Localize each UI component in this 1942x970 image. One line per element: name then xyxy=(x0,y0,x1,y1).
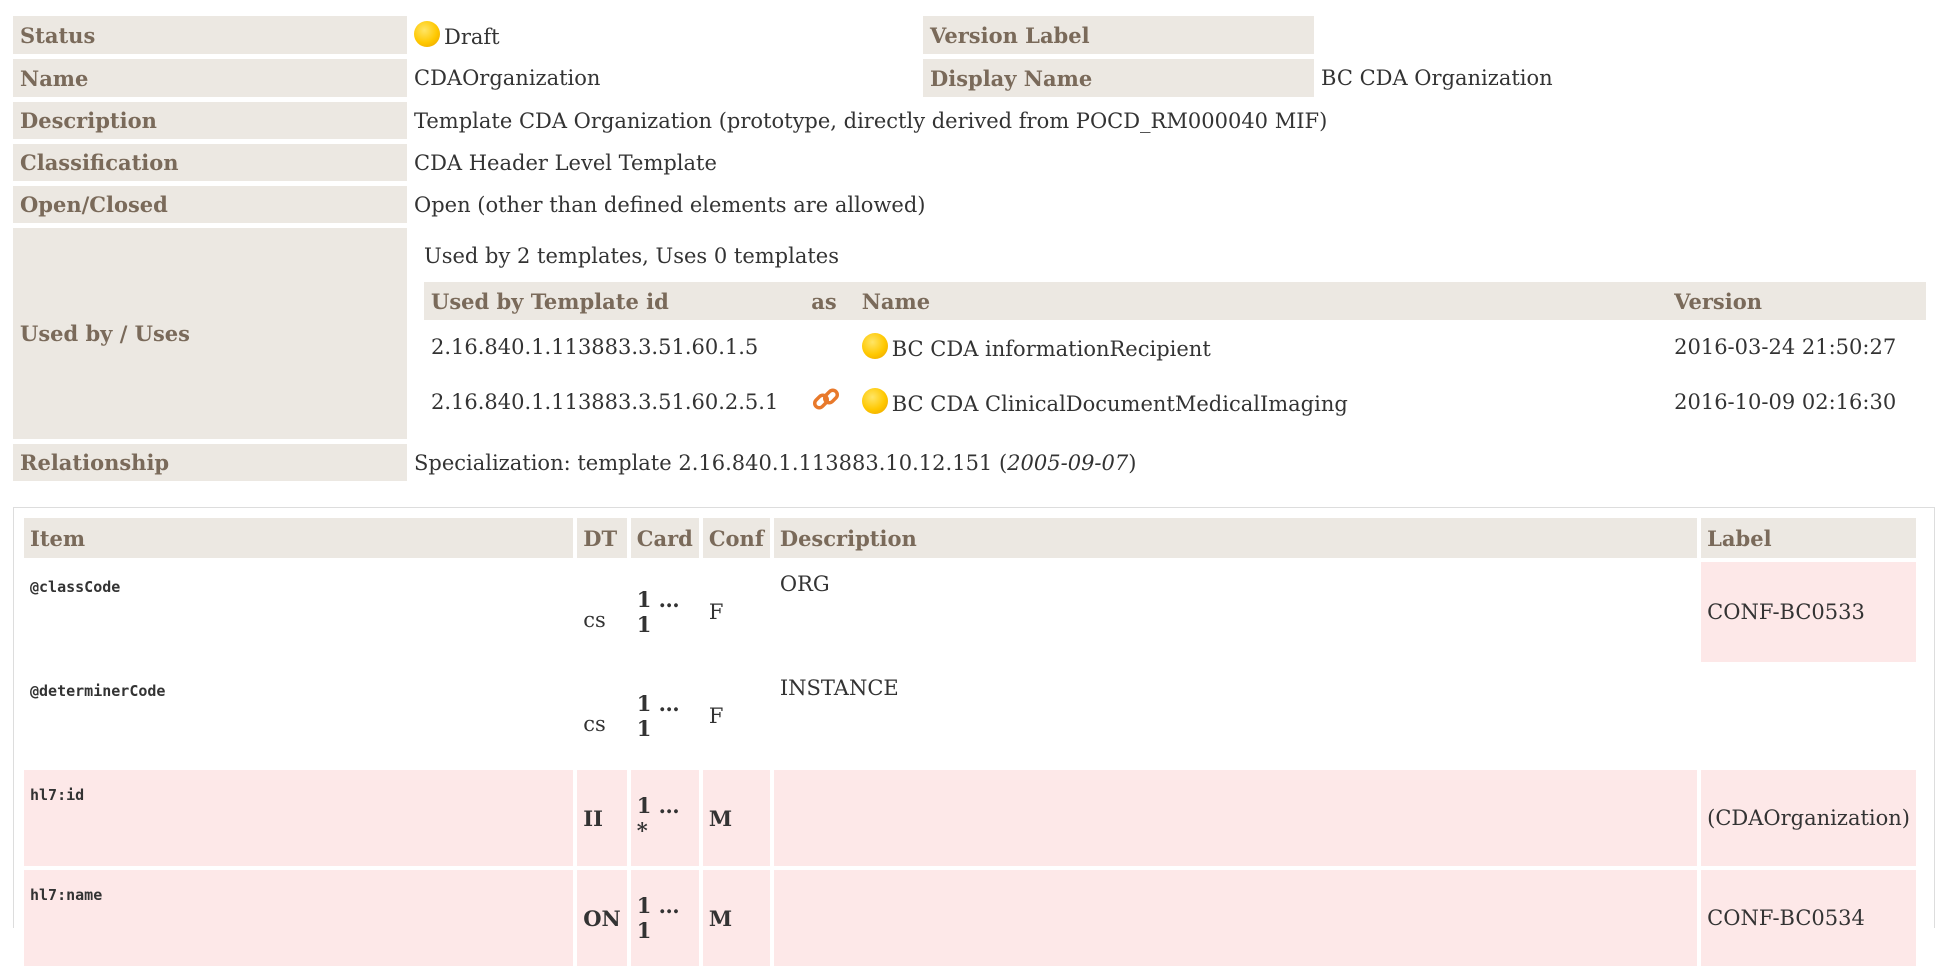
used-by-template-id[interactable]: 2.16.840.1.113883.3.51.60.1.5 xyxy=(424,320,804,374)
design-row-id: hl7:id II 1 … * M (CDAOrganization) xyxy=(24,770,1916,866)
used-by-template-name[interactable]: BC CDA informationRecipient xyxy=(892,337,1211,361)
design-header-dt: DT xyxy=(577,518,627,558)
status-row: Status Draft Version Label xyxy=(13,16,1933,54)
used-by-template-id[interactable]: 2.16.840.1.113883.3.51.60.2.5.1 xyxy=(424,374,804,429)
version-label-label: Version Label xyxy=(923,16,1314,54)
used-by-header-as: as xyxy=(804,282,855,320)
display-name-label: Display Name xyxy=(923,59,1314,97)
design-dt: cs xyxy=(583,712,606,736)
relationship-date: 2005-09-07 xyxy=(1007,450,1129,475)
status-draft-icon xyxy=(861,333,888,359)
used-by-as xyxy=(804,374,855,429)
used-by-version: 2016-10-09 02:16:30 xyxy=(1674,389,1897,414)
used-by-label: Used by / Uses xyxy=(13,228,407,439)
design-row-determinercode: @determinerCode cs 1 … 1 F INSTANCE xyxy=(24,666,1916,766)
open-closed-row: Open/Closed Open (other than defined ele… xyxy=(13,186,1933,223)
design-conf: M xyxy=(702,770,770,866)
used-by-as xyxy=(804,320,855,374)
version-label-value xyxy=(1314,16,1933,54)
used-by-header-version: Version xyxy=(1667,282,1926,320)
design-label: CONF-BC0534 xyxy=(1701,870,1916,966)
open-closed-value: Open (other than defined elements are al… xyxy=(414,192,926,217)
status-label: Status xyxy=(13,16,407,54)
used-by-table: Used by Template id as Name Version 2.16… xyxy=(424,282,1926,429)
display-name-value: BC CDA Organization xyxy=(1321,66,1553,90)
description-value: Template CDA Organization (prototype, di… xyxy=(414,108,1328,133)
design-label xyxy=(1701,666,1916,766)
used-by-header-row: Used by Template id as Name Version xyxy=(424,282,1926,320)
design-header-conf: Conf xyxy=(702,518,770,558)
used-by-version: 2016-03-24 21:50:27 xyxy=(1674,335,1897,359)
design-label: (CDAOrganization) xyxy=(1701,770,1916,866)
design-description xyxy=(773,870,1698,966)
design-row-classcode: @classCode cs 1 … 1 F ORG CONF-BC0533 xyxy=(24,562,1916,662)
design-label: CONF-BC0533 xyxy=(1701,562,1916,662)
design-item: @classCode xyxy=(30,578,121,596)
design-row-name: hl7:name ON 1 … 1 M CONF-BC0534 xyxy=(24,870,1916,966)
design-description: ORG xyxy=(779,572,830,596)
design-item: hl7:name xyxy=(24,870,574,966)
design-header-item: Item xyxy=(24,518,574,558)
status-draft-icon xyxy=(414,21,440,47)
design-header-card: Card xyxy=(630,518,699,558)
used-by-header-id: Used by Template id xyxy=(424,282,805,320)
design-table: Item DT Card Conf Description Label @cla… xyxy=(20,514,1920,970)
design-item: @determinerCode xyxy=(30,682,166,700)
name-label: Name xyxy=(13,59,407,97)
classification-row: Classification CDA Header Level Template xyxy=(13,144,1933,181)
status-draft-icon xyxy=(861,387,888,414)
relationship-suffix: ) xyxy=(1128,450,1137,475)
design-dt: ON xyxy=(577,870,627,966)
link-icon[interactable] xyxy=(811,384,841,414)
relationship-prefix: Specialization: template 2.16.840.1.1138… xyxy=(414,450,1008,475)
design-panel: Item DT Card Conf Description Label @cla… xyxy=(13,507,1935,966)
design-header-description: Description xyxy=(773,518,1698,558)
description-label: Description xyxy=(13,102,407,139)
design-card: 1 … 1 xyxy=(636,691,680,741)
relationship-label: Relationship xyxy=(13,444,407,481)
design-description: INSTANCE xyxy=(779,676,899,700)
relationship-row: Relationship Specialization: template 2.… xyxy=(13,444,1933,481)
design-card: 1 … * xyxy=(630,770,699,866)
used-by-row: Used by / Uses Used by 2 templates, Uses… xyxy=(13,228,1933,439)
design-header-label: Label xyxy=(1701,518,1916,558)
used-by-name-cell[interactable]: BC CDA informationRecipient xyxy=(855,320,1667,374)
design-dt: II xyxy=(577,770,627,866)
design-card: 1 … 1 xyxy=(636,587,680,637)
used-by-header-name: Name xyxy=(854,282,1668,320)
design-conf: F xyxy=(708,600,724,624)
status-value: Draft xyxy=(407,16,923,54)
design-item: hl7:id xyxy=(24,770,574,866)
design-conf: M xyxy=(702,870,770,966)
open-closed-label: Open/Closed xyxy=(13,186,407,223)
used-by-summary: Used by 2 templates, Uses 0 templates xyxy=(424,244,839,268)
used-by-cell: Used by 2 templates, Uses 0 templates Us… xyxy=(407,228,1933,439)
design-description xyxy=(773,770,1698,866)
classification-value: CDA Header Level Template xyxy=(414,150,717,175)
design-conf: F xyxy=(708,704,724,728)
classification-label: Classification xyxy=(13,144,407,181)
used-by-row-1[interactable]: 2.16.840.1.113883.3.51.60.1.5 BC CDA inf… xyxy=(424,320,1926,374)
design-card: 1 … 1 xyxy=(630,870,699,966)
design-dt: cs xyxy=(583,608,606,632)
template-meta-table: Status Draft Version Label Name CDAOrgan… xyxy=(13,11,1933,486)
used-by-template-name[interactable]: BC CDA ClinicalDocumentMedicalImaging xyxy=(892,392,1348,416)
name-value: CDAOrganization xyxy=(414,66,601,90)
name-row: Name CDAOrganization Display Name BC CDA… xyxy=(13,59,1933,97)
status-text: Draft xyxy=(444,25,500,49)
design-header-row: Item DT Card Conf Description Label xyxy=(24,518,1916,558)
description-row: Description Template CDA Organization (p… xyxy=(13,102,1933,139)
used-by-name-cell[interactable]: BC CDA ClinicalDocumentMedicalImaging xyxy=(855,374,1667,429)
relationship-value: Specialization: template 2.16.840.1.1138… xyxy=(407,444,1933,481)
used-by-row-2[interactable]: 2.16.840.1.113883.3.51.60.2.5.1 BC CDA C… xyxy=(424,374,1926,429)
